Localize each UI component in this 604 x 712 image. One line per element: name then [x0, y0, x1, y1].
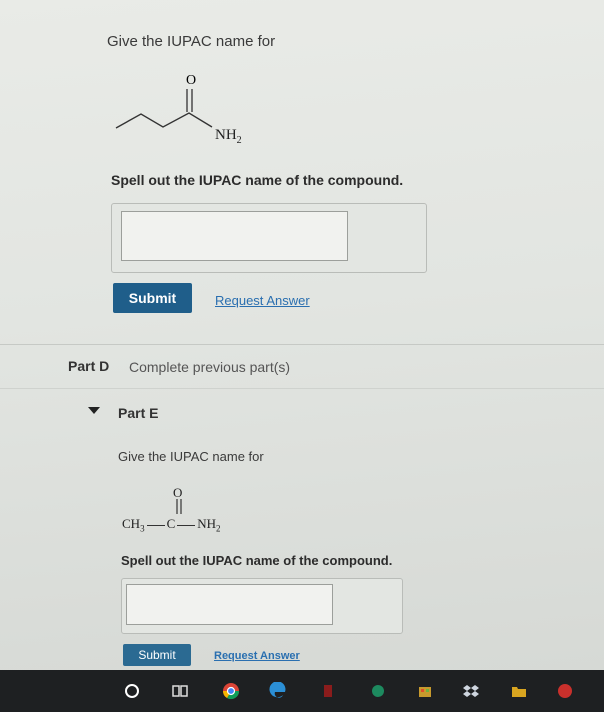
- part-e-instruction: Spell out the IUPAC name of the compound…: [121, 553, 393, 568]
- part-c-amine-label: NH2: [215, 127, 242, 146]
- part-e-submit-button[interactable]: Submit: [123, 644, 191, 666]
- collapse-caret-icon[interactable]: [88, 407, 100, 415]
- part-c-answer-container: [111, 203, 427, 273]
- chrome-icon[interactable]: [222, 682, 240, 700]
- store-icon[interactable]: [416, 682, 434, 700]
- oxygen-label: O: [186, 73, 196, 88]
- part-c-instruction: Spell out the IUPAC name of the compound…: [111, 172, 404, 188]
- part-c-answer-input[interactable]: [121, 211, 348, 261]
- section-divider: [0, 344, 604, 345]
- part-e-double-bond: [176, 499, 182, 514]
- part-d-status: Complete previous part(s): [129, 359, 291, 375]
- part-c-prompt: Give the IUPAC name for: [107, 33, 276, 50]
- folder-icon[interactable]: [510, 682, 528, 700]
- part-e-request-answer-link[interactable]: Request Answer: [214, 650, 300, 662]
- part-e-toggle[interactable]: Part E: [118, 405, 158, 421]
- part-c-molecule: O: [115, 73, 213, 129]
- taskbar: [0, 670, 604, 712]
- dropbox-icon[interactable]: [462, 682, 480, 700]
- section-divider: [0, 388, 604, 389]
- part-e-prompt: Give the IUPAC name for: [118, 449, 264, 464]
- app-icon[interactable]: [319, 682, 337, 700]
- task-view-icon[interactable]: [171, 682, 189, 700]
- cortana-circle-icon[interactable]: [123, 682, 141, 700]
- app-icon[interactable]: [556, 682, 574, 700]
- edge-icon[interactable]: [269, 682, 287, 700]
- part-c-request-answer-link[interactable]: Request Answer: [215, 293, 310, 308]
- part-e-formula: CH3 C NH2: [122, 516, 221, 534]
- app-icon[interactable]: [369, 682, 387, 700]
- part-e-answer-container: [121, 578, 403, 634]
- part-d-label: Part D: [68, 358, 110, 374]
- page-content: Give the IUPAC name for O NH2 Spell out …: [0, 0, 604, 670]
- part-c-submit-button[interactable]: Submit: [113, 283, 192, 313]
- part-e-answer-input[interactable]: [126, 584, 333, 625]
